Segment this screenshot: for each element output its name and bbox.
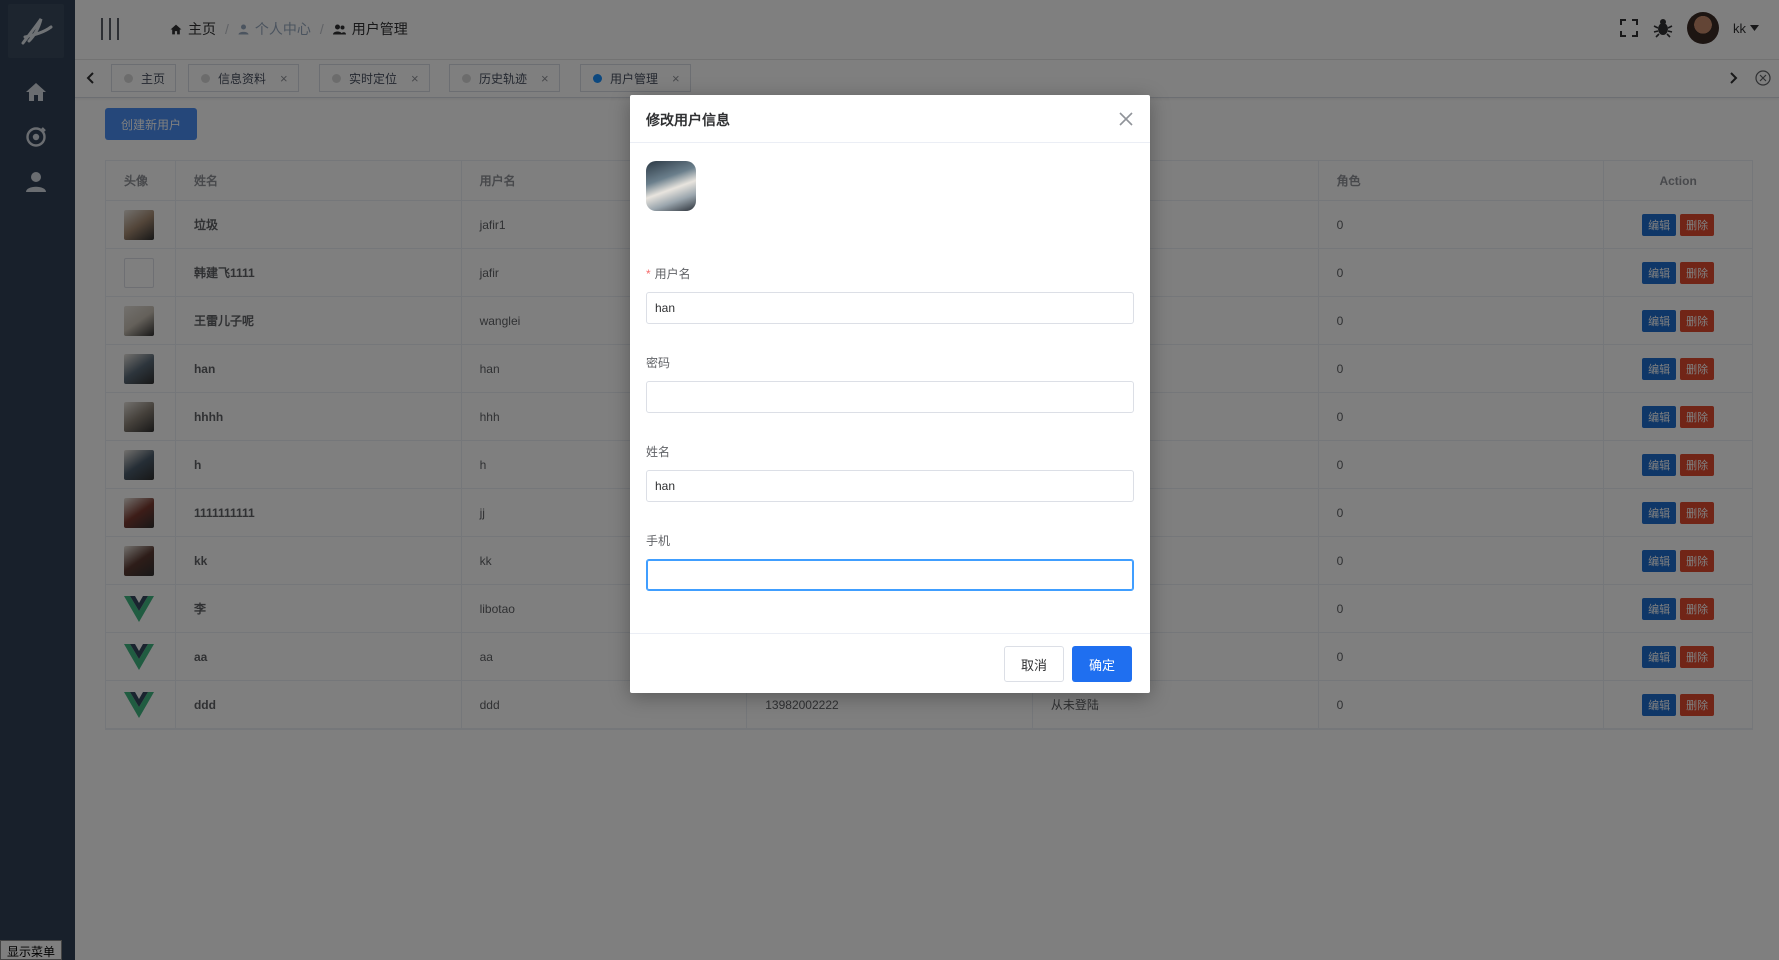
close-icon[interactable]: [1118, 111, 1134, 127]
form-item-phone: 手机: [646, 532, 1134, 591]
form-item-password: 密码: [646, 354, 1134, 413]
realname-input[interactable]: [646, 470, 1134, 502]
user-avatar-upload[interactable]: [646, 161, 696, 211]
phone-input[interactable]: [646, 559, 1134, 591]
dialog-footer: 取消 确定: [630, 633, 1150, 693]
label-text: 用户名: [654, 267, 691, 281]
required-asterisk: *: [646, 267, 651, 281]
cancel-button[interactable]: 取消: [1004, 646, 1064, 682]
form-item-username: * 用户名: [646, 265, 1134, 324]
username-label: * 用户名: [646, 265, 1134, 283]
form-item-realname: 姓名: [646, 443, 1134, 502]
dialog-title: 修改用户信息: [630, 95, 1150, 143]
username-input[interactable]: [646, 292, 1134, 324]
confirm-button[interactable]: 确定: [1072, 646, 1132, 682]
password-input[interactable]: [646, 381, 1134, 413]
realname-label: 姓名: [646, 445, 671, 459]
edit-user-dialog: 修改用户信息 *用户名 密码 姓名 手机 取消 确定: [630, 95, 1150, 693]
password-label: 密码: [646, 356, 671, 370]
phone-label: 手机: [646, 534, 671, 548]
